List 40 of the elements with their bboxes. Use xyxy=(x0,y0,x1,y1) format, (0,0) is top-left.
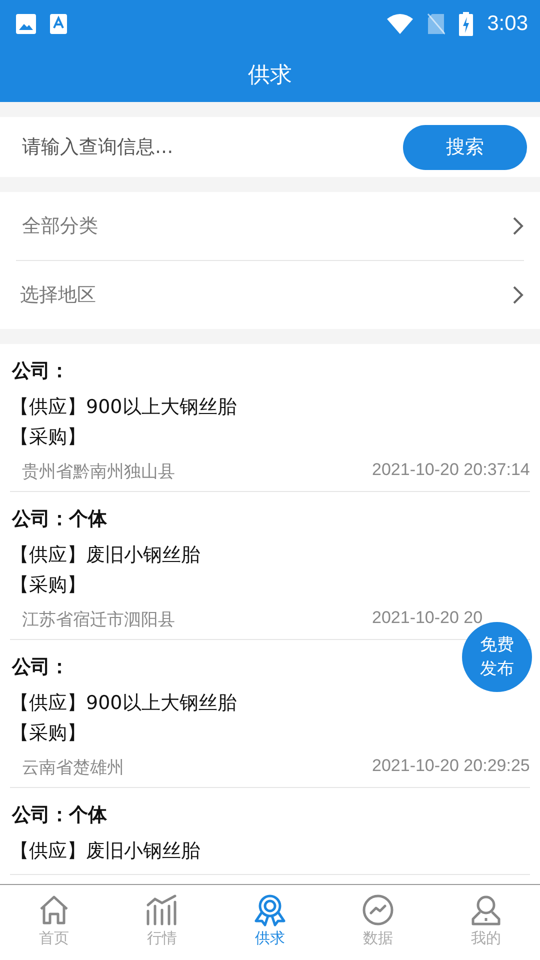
page-title: 供求 xyxy=(247,62,293,90)
nav-tab[interactable]: 数据 xyxy=(324,885,432,960)
company-name: 个体 xyxy=(69,507,107,532)
purchase-text: 【采购】 xyxy=(10,573,87,598)
search-bar[interactable]: 请输入查询信息... 搜索 xyxy=(0,117,540,177)
nav-tab[interactable]: 行情 xyxy=(108,885,216,960)
battery-charging-icon xyxy=(459,12,474,36)
wifi-icon xyxy=(387,14,414,34)
supply-text: 【供应】废旧小钢丝胎 xyxy=(10,543,201,568)
post-time: 2021-10-20 20:29:25 xyxy=(372,756,530,777)
clock: 3:03 xyxy=(487,12,528,36)
user-icon xyxy=(469,893,503,927)
nav-tab[interactable]: 供求 xyxy=(216,885,324,960)
company-label: 公司： xyxy=(12,803,69,828)
chart-icon xyxy=(145,893,179,927)
supply-text: 【供应】900以上大钢丝胎 xyxy=(10,691,238,716)
purchase-text: 【采购】 xyxy=(10,721,87,746)
chevron-right-icon xyxy=(512,285,524,305)
no-sim-icon xyxy=(427,13,446,35)
supply-text: 【供应】废旧小钢丝胎 xyxy=(10,839,201,864)
company-name: 个体 xyxy=(69,803,107,828)
filter-selector[interactable]: 选择地区 xyxy=(20,282,96,308)
image-icon xyxy=(16,14,36,34)
nav-tab[interactable]: 我的 xyxy=(432,885,540,960)
company-label: 公司： xyxy=(12,359,69,384)
location-text: 云南省楚雄州 xyxy=(22,757,124,779)
company-label: 公司： xyxy=(12,655,69,680)
trend-icon xyxy=(361,893,395,927)
purchase-text: 【采购】 xyxy=(10,425,87,450)
font-icon xyxy=(50,14,67,34)
supply-text: 【供应】900以上大钢丝胎 xyxy=(10,395,238,420)
search-button[interactable]: 搜索 xyxy=(403,124,527,170)
location-text: 江苏省宿迁市泗阳县 xyxy=(22,609,175,631)
medal-icon xyxy=(253,893,287,927)
company-label: 公司： xyxy=(12,507,69,532)
nav-tab[interactable]: 首页 xyxy=(0,885,108,960)
filter-selector[interactable]: 全部分类 xyxy=(22,213,98,239)
location-text: 贵州省黔南州独山县 xyxy=(22,461,175,483)
chevron-right-icon xyxy=(512,216,524,236)
post-time: 2021-10-20 20:37:14 xyxy=(372,460,530,481)
